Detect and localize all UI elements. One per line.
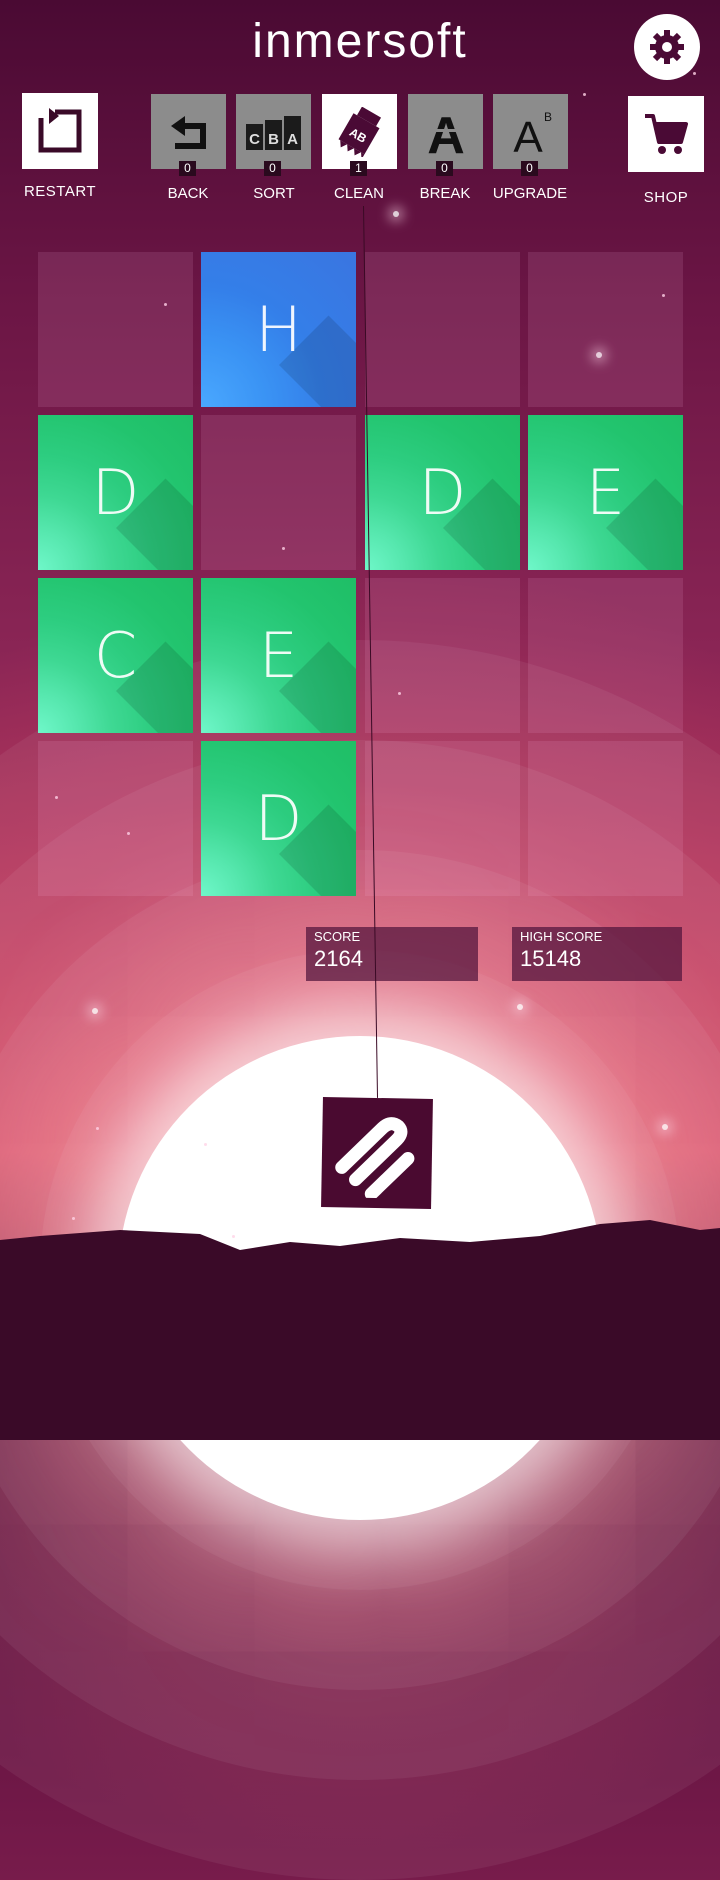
powerup-clean-button[interactable]: AB 1 [322, 94, 397, 176]
score-label: SCORE [314, 929, 361, 944]
board-cell[interactable] [365, 578, 520, 733]
powerup-back-button[interactable]: 0 [151, 94, 226, 176]
score-panel: SCORE 2164 [306, 927, 478, 981]
sort-cba-icon: CBA [245, 115, 301, 150]
board-cell[interactable] [201, 415, 356, 570]
powerup-sort-button[interactable]: CBA 0 [236, 94, 311, 176]
settings-button[interactable] [634, 14, 700, 80]
next-tile[interactable] [321, 1097, 433, 1209]
board-cell[interactable] [528, 741, 683, 896]
letter-tile[interactable]: E [201, 578, 356, 733]
tile-letter: H [255, 293, 302, 366]
svg-text:B: B [543, 110, 551, 124]
powerup-upgrade-label: UPGRADE [492, 185, 568, 202]
tile-letter: D [91, 456, 140, 529]
tile-letter: E [585, 456, 626, 529]
eraser-ab-icon: AB [338, 106, 381, 157]
restart-icon [38, 108, 82, 153]
z-letter-icon [335, 1117, 415, 1199]
mountain-silhouette [0, 1220, 720, 1440]
app-logo: inmersoft [252, 15, 468, 68]
board-cell[interactable] [38, 741, 193, 896]
letter-tile[interactable]: E [528, 415, 683, 570]
score-value: 2164 [314, 946, 363, 971]
board-cell[interactable] [365, 741, 520, 896]
tile-letter: D [254, 782, 303, 855]
tile-letter: E [258, 619, 299, 692]
high-score-label: HIGH SCORE [520, 929, 603, 944]
letter-tile[interactable]: H [201, 252, 356, 407]
restart-label: RESTART [23, 183, 97, 200]
powerup-count: 1 [350, 161, 367, 176]
powerup-count: 0 [179, 161, 196, 176]
shop-label: SHOP [643, 189, 689, 206]
high-score-panel: HIGH SCORE 15148 [512, 927, 682, 981]
powerup-count: 0 [436, 161, 453, 176]
letter-tile[interactable]: C [38, 578, 193, 733]
sort-icon-letter: B [268, 131, 279, 148]
broken-a-icon: A [423, 107, 468, 157]
powerup-count: 0 [521, 161, 538, 176]
tile-letter: C [93, 619, 138, 692]
powerup-upgrade-button[interactable]: A B 0 [493, 94, 568, 176]
powerup-break-button[interactable]: A 0 [408, 94, 483, 176]
tile-letter: D [418, 456, 467, 529]
letter-tile[interactable]: D [201, 741, 356, 896]
shop-button[interactable] [628, 96, 704, 172]
undo-arrow-icon [170, 115, 206, 149]
board-cell[interactable] [365, 252, 520, 407]
letter-tile[interactable]: D [38, 415, 193, 570]
sort-icon-letter: C [249, 131, 260, 148]
powerup-count: 0 [264, 161, 281, 176]
board-cell[interactable] [528, 578, 683, 733]
board-cell[interactable] [528, 252, 683, 407]
letter-tile[interactable]: D [365, 415, 520, 570]
board-cell[interactable] [38, 252, 193, 407]
sort-icon-letter: A [287, 131, 298, 148]
high-score-value: 15148 [520, 946, 582, 971]
cart-icon [645, 114, 688, 154]
restart-button[interactable] [22, 93, 98, 169]
svg-text:A: A [513, 113, 543, 157]
upgrade-a-icon: A B [513, 110, 552, 157]
gear-icon [650, 30, 684, 64]
